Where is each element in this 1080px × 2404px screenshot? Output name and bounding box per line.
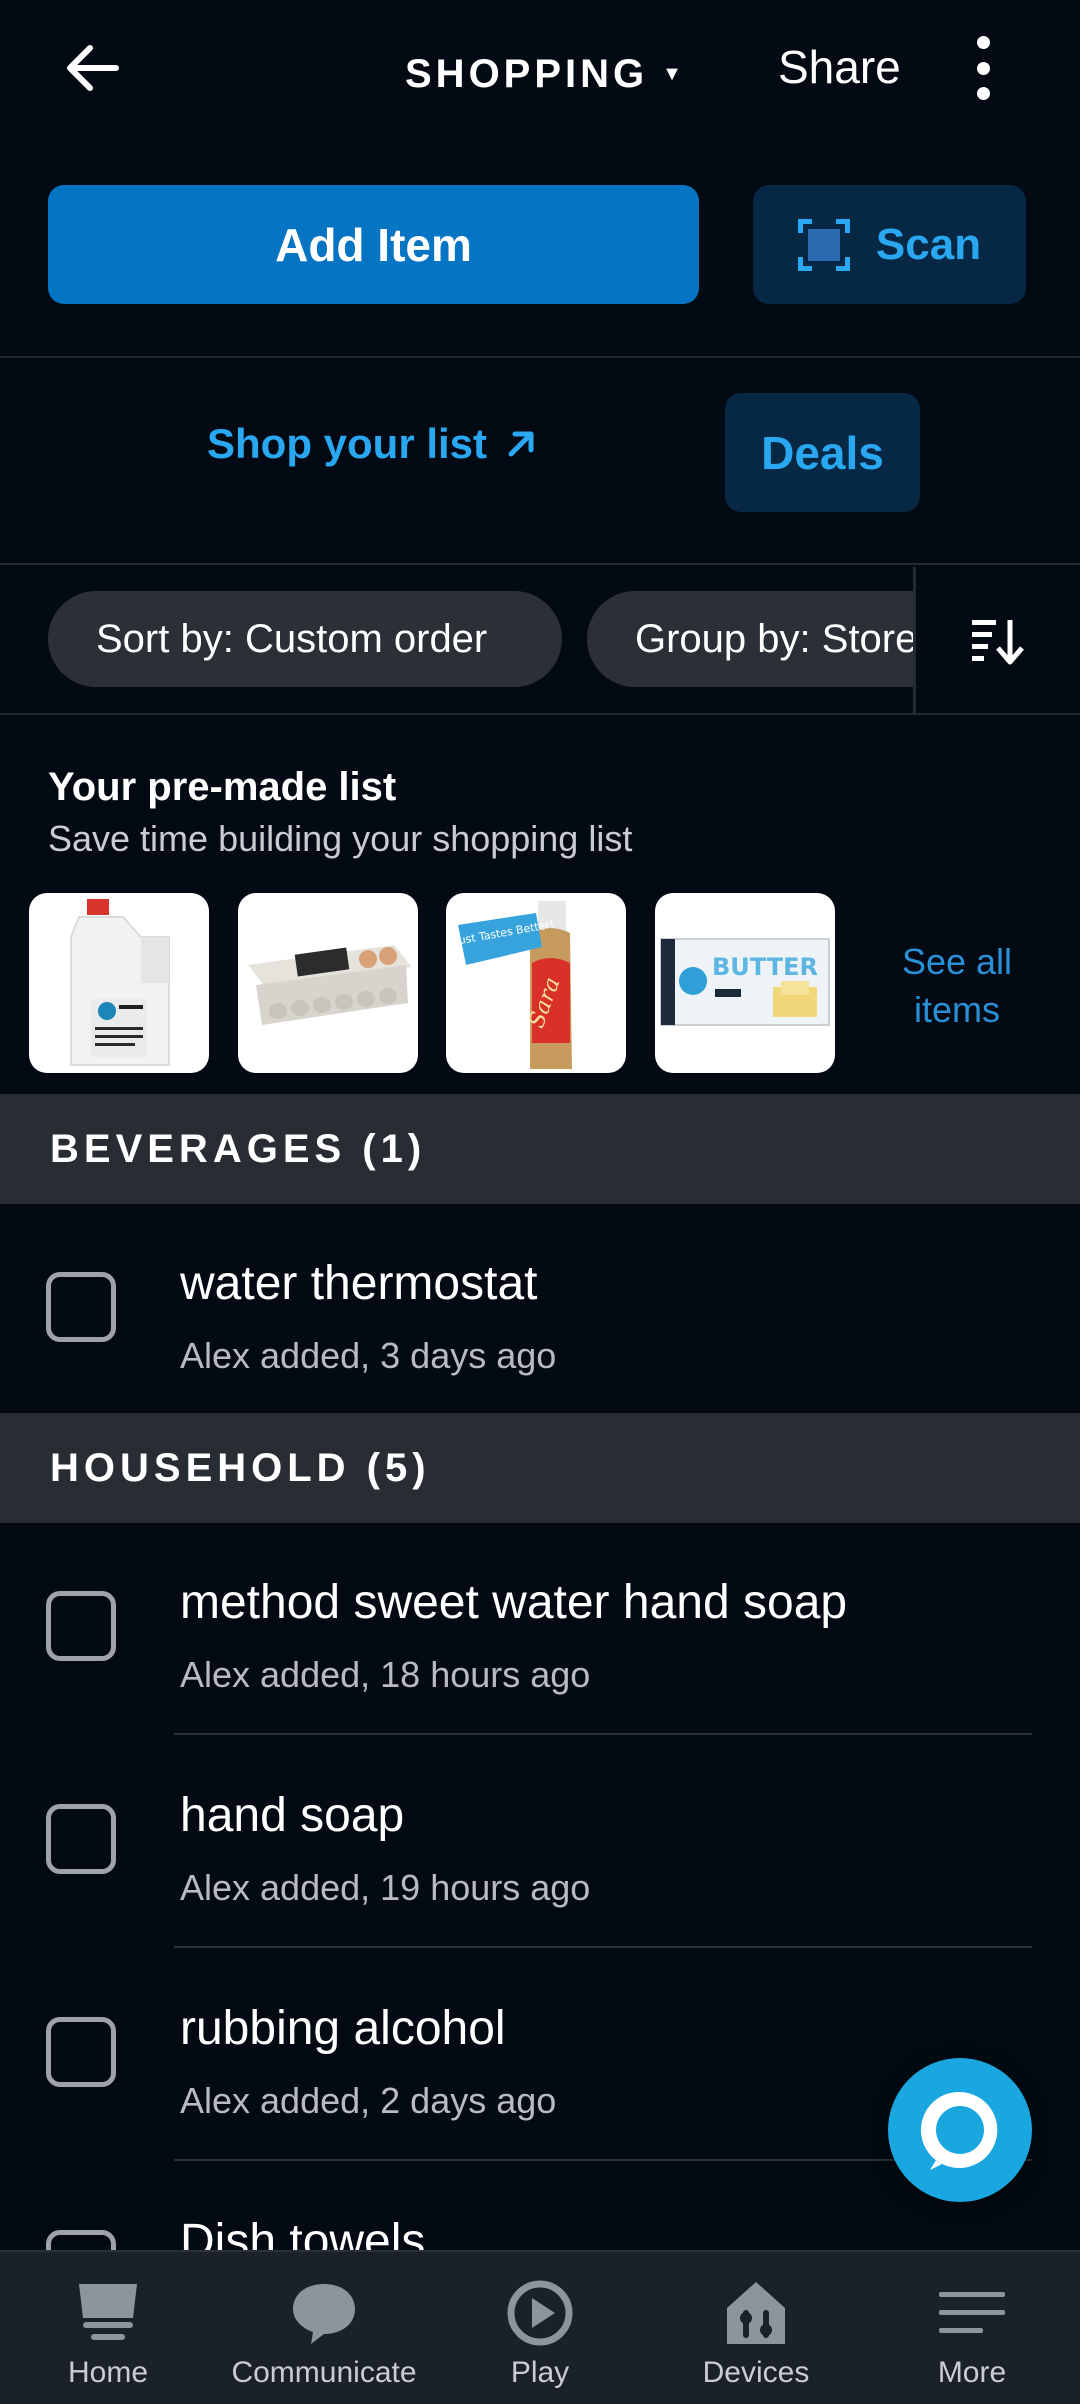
nav-label: Play: [510, 2356, 570, 2389]
nav-label: More: [937, 2356, 1007, 2389]
scan-label: Scan: [875, 219, 982, 269]
item-meta: Alex added, 3 days ago: [180, 1335, 557, 1376]
item-checkbox[interactable]: [46, 1804, 116, 1874]
deals-button[interactable]: Deals: [725, 393, 920, 512]
nav-home[interactable]: Home: [0, 2252, 216, 2404]
row-divider: [174, 1733, 1032, 1735]
menu-icon: [939, 2292, 1005, 2333]
list-item[interactable]: hand soap Alex added, 19 hours ago: [0, 1736, 1080, 1948]
shop-your-list-link[interactable]: Shop your list: [207, 420, 537, 468]
nav-communicate[interactable]: Communicate: [216, 2252, 432, 2404]
row-divider: [174, 1946, 1032, 1948]
item-meta: Alex added, 19 hours ago: [180, 1867, 591, 1908]
premade-list-subtitle: Save time building your shopping list: [48, 818, 633, 859]
overflow-menu-icon[interactable]: [968, 36, 998, 100]
caret-down-icon: ▼: [662, 62, 682, 85]
alexa-icon: [920, 2091, 998, 2170]
sort-order-button[interactable]: [913, 567, 1080, 714]
divider: [0, 713, 1080, 715]
premade-item-eggs[interactable]: [238, 893, 418, 1073]
play-icon: [507, 2280, 573, 2346]
page-title: SHOPPING: [405, 51, 649, 96]
alexa-button[interactable]: [888, 2058, 1032, 2202]
item-name: hand soap: [180, 1789, 405, 1842]
item-meta: Alex added, 2 days ago: [180, 2080, 557, 2121]
premade-item-milk[interactable]: [29, 893, 209, 1073]
egg-carton-image: [248, 945, 412, 1025]
nav-label: Devices: [702, 2356, 810, 2389]
home-icon: [79, 2284, 137, 2340]
scan-button[interactable]: Scan: [753, 185, 1026, 304]
premade-item-bread[interactable]: Sara It Just Tastes Better!: [446, 893, 626, 1073]
item-checkbox[interactable]: [46, 2017, 116, 2087]
nav-more[interactable]: More: [864, 2252, 1080, 2404]
item-name: rubbing alcohol: [180, 2002, 506, 2055]
sort-descending-icon: [972, 619, 1024, 664]
item-name: water thermostat: [180, 1257, 538, 1310]
chat-bubble-icon: [293, 2284, 355, 2344]
shop-your-list-label: Shop your list: [207, 420, 488, 467]
see-all-items-link[interactable]: See all items: [880, 938, 1034, 1034]
item-meta: Alex added, 18 hours ago: [180, 1654, 591, 1695]
divider: [0, 563, 1080, 565]
sort-chip[interactable]: Sort by: Custom order: [48, 591, 562, 687]
share-button[interactable]: Share: [778, 40, 901, 94]
nav-play[interactable]: Play: [432, 2252, 648, 2404]
item-checkbox[interactable]: [46, 1591, 116, 1661]
bottom-navigation: Home Communicate Play Devices More: [0, 2250, 1080, 2404]
list-item[interactable]: method sweet water hand soap Alex added,…: [0, 1523, 1080, 1735]
nav-label: Communicate: [231, 2356, 417, 2389]
butter-box-image: BUTTER: [660, 938, 830, 1026]
butter-label: BUTTER: [712, 953, 818, 981]
list-title-dropdown[interactable]: SHOPPING ▼: [405, 44, 682, 104]
item-checkbox[interactable]: [46, 1272, 116, 1342]
divider: [0, 356, 1080, 358]
premade-list-title: Your pre-made list: [48, 765, 397, 809]
group-chip[interactable]: Group by: Store: [587, 591, 917, 687]
arrow-left-icon: [67, 45, 119, 91]
scan-icon: [797, 218, 850, 271]
external-arrow-icon: [508, 431, 534, 457]
sort-group-bar: Sort by: Custom order Group by: Store: [0, 567, 1080, 714]
list-item[interactable]: water thermostat Alex added, 3 days ago: [0, 1204, 1080, 1416]
section-header-household: HOUSEHOLD (5): [0, 1413, 1080, 1523]
bread-loaf-image: Sara It Just Tastes Better!: [446, 901, 572, 1069]
section-header-beverages: BEVERAGES (1): [0, 1094, 1080, 1204]
nav-devices[interactable]: Devices: [648, 2252, 864, 2404]
top-app-bar: SHOPPING ▼ Share: [0, 0, 1080, 140]
premade-item-butter[interactable]: BUTTER: [655, 893, 835, 1073]
add-item-button[interactable]: Add Item: [48, 185, 699, 304]
nav-label: Home: [67, 2356, 149, 2389]
back-button[interactable]: [62, 38, 122, 98]
milk-jug-image: [70, 899, 170, 1066]
devices-icon: [727, 2282, 785, 2344]
item-name: method sweet water hand soap: [180, 1576, 848, 1629]
